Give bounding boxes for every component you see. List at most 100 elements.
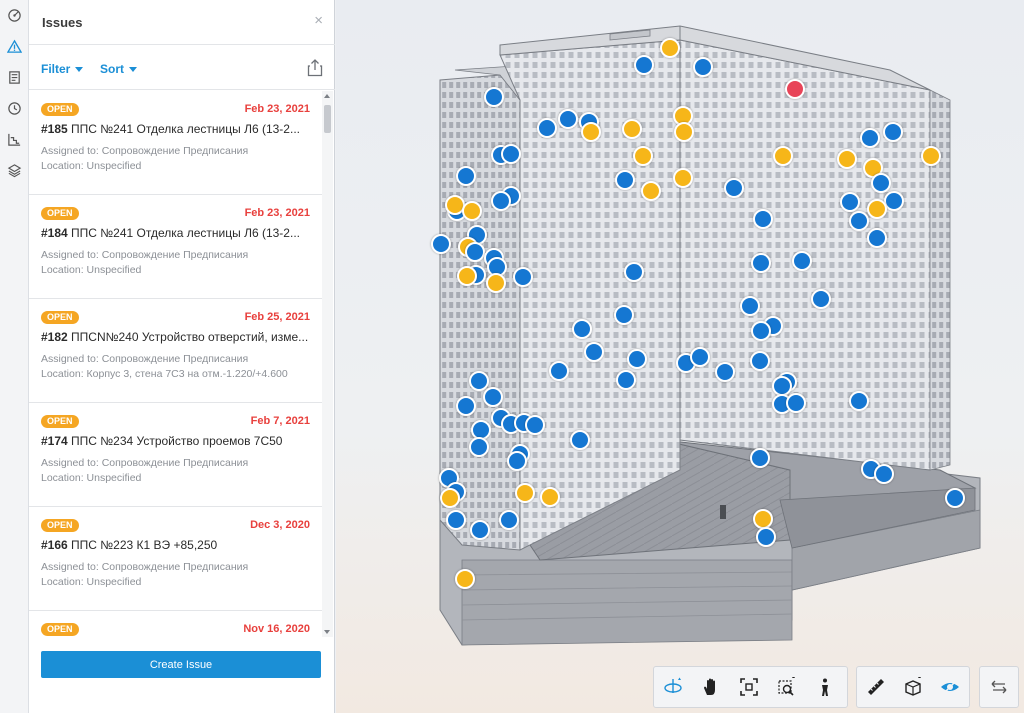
issue-pin-blue[interactable] — [501, 144, 521, 164]
orbit-icon[interactable] — [654, 667, 692, 707]
scroll-thumb[interactable] — [324, 105, 331, 133]
issue-pin-blue[interactable] — [549, 361, 569, 381]
issue-pin-blue[interactable] — [772, 376, 792, 396]
issue-pin-yellow[interactable] — [753, 509, 773, 529]
issue-card[interactable]: OPEN Feb 25, 2021 #182 ППСN№240 Устройст… — [29, 299, 323, 403]
issue-pin-blue[interactable] — [884, 191, 904, 211]
issue-pin-yellow[interactable] — [674, 122, 694, 142]
pan-icon[interactable] — [692, 667, 730, 707]
issue-pin-red[interactable] — [785, 79, 805, 99]
scroll-up-icon[interactable] — [324, 94, 330, 98]
issue-pin-blue[interactable] — [724, 178, 744, 198]
issue-pin-blue[interactable] — [860, 128, 880, 148]
issue-pin-blue[interactable] — [750, 448, 770, 468]
scroll-down-icon[interactable] — [324, 630, 330, 634]
issue-card[interactable]: OPEN Dec 3, 2020 #166 ППС №223 К1 ВЭ +85… — [29, 507, 323, 611]
issue-pin-yellow[interactable] — [440, 488, 460, 508]
issue-pin-yellow[interactable] — [641, 181, 661, 201]
issue-pin-blue[interactable] — [616, 370, 636, 390]
issue-pin-blue[interactable] — [584, 342, 604, 362]
sheets-icon[interactable] — [4, 67, 25, 88]
issue-pin-blue[interactable] — [740, 296, 760, 316]
issue-pin-blue[interactable] — [615, 170, 635, 190]
issue-pin-yellow[interactable] — [837, 149, 857, 169]
issue-pin-yellow[interactable] — [633, 146, 653, 166]
issue-pin-yellow[interactable] — [581, 122, 601, 142]
issue-pin-blue[interactable] — [537, 118, 557, 138]
issue-pin-blue[interactable] — [507, 451, 527, 471]
issue-pin-blue[interactable] — [525, 415, 545, 435]
issue-pin-blue[interactable] — [849, 391, 869, 411]
swap-icon[interactable] — [980, 667, 1018, 707]
issue-pin-blue[interactable] — [715, 362, 735, 382]
issue-pin-blue[interactable] — [469, 437, 489, 457]
create-issue-button[interactable]: Create Issue — [41, 651, 321, 678]
issue-pin-blue[interactable] — [558, 109, 578, 129]
issue-pin-blue[interactable] — [570, 430, 590, 450]
issue-pin-yellow[interactable] — [457, 266, 477, 286]
share-icon[interactable] — [307, 59, 323, 77]
issue-pin-blue[interactable] — [874, 464, 894, 484]
issue-pin-blue[interactable] — [751, 321, 771, 341]
issue-pin-blue[interactable] — [945, 488, 965, 508]
sort-button[interactable]: Sort — [100, 62, 137, 76]
issue-pin-blue[interactable] — [499, 510, 519, 530]
issue-pin-blue[interactable] — [693, 57, 713, 77]
issues-icon[interactable] — [4, 36, 25, 57]
issue-pin-blue[interactable] — [491, 191, 511, 211]
issue-pin-blue[interactable] — [883, 122, 903, 142]
issue-pin-yellow[interactable] — [622, 119, 642, 139]
issue-pin-blue[interactable] — [470, 520, 490, 540]
model-browser-icon[interactable] — [4, 5, 25, 26]
issue-pin-blue[interactable] — [624, 262, 644, 282]
issue-pin-blue[interactable] — [627, 349, 647, 369]
issue-pin-blue[interactable] — [750, 351, 770, 371]
issue-pin-yellow[interactable] — [660, 38, 680, 58]
issue-pin-blue[interactable] — [446, 510, 466, 530]
issue-pin-yellow[interactable] — [773, 146, 793, 166]
issue-pin-blue[interactable] — [513, 267, 533, 287]
issue-pin-blue[interactable] — [756, 527, 776, 547]
issue-card[interactable]: OPEN Nov 16, 2020 — [29, 611, 323, 637]
history-icon[interactable] — [4, 98, 25, 119]
issue-pin-blue[interactable] — [614, 305, 634, 325]
issue-pin-yellow[interactable] — [867, 199, 887, 219]
issue-card[interactable]: OPEN Feb 23, 2021 #185 ППС №241 Отделка … — [29, 91, 323, 195]
model-viewer[interactable] — [336, 0, 1024, 713]
issue-pin-blue[interactable] — [849, 211, 869, 231]
issue-pin-blue[interactable] — [871, 173, 891, 193]
issue-pin-yellow[interactable] — [455, 569, 475, 589]
visibility-icon[interactable] — [932, 667, 969, 707]
issue-pin-blue[interactable] — [572, 319, 592, 339]
issue-pin-blue[interactable] — [484, 87, 504, 107]
issue-pin-blue[interactable] — [483, 387, 503, 407]
issue-pin-blue[interactable] — [456, 396, 476, 416]
filter-button[interactable]: Filter — [41, 62, 84, 76]
first-person-icon[interactable] — [806, 667, 844, 707]
issue-pin-blue[interactable] — [456, 166, 476, 186]
issue-card[interactable]: OPEN Feb 23, 2021 #184 ППС №241 Отделка … — [29, 195, 323, 299]
issue-pin-blue[interactable] — [753, 209, 773, 229]
close-icon[interactable]: × — [314, 12, 323, 29]
issue-pin-blue[interactable] — [465, 242, 485, 262]
issue-pin-yellow[interactable] — [921, 146, 941, 166]
fit-to-view-icon[interactable] — [730, 667, 768, 707]
issue-pin-blue[interactable] — [840, 192, 860, 212]
issue-pin-blue[interactable] — [786, 393, 806, 413]
issue-pin-yellow[interactable] — [515, 483, 535, 503]
issues-scrollbar[interactable] — [322, 91, 333, 637]
issue-card[interactable]: OPEN Feb 7, 2021 #174 ППС №234 Устройств… — [29, 403, 323, 507]
issue-pin-blue[interactable] — [431, 234, 451, 254]
issue-pin-yellow[interactable] — [540, 487, 560, 507]
issue-pin-blue[interactable] — [751, 253, 771, 273]
issue-pin-yellow[interactable] — [486, 273, 506, 293]
layers-icon[interactable] — [4, 160, 25, 181]
issue-pin-blue[interactable] — [867, 228, 887, 248]
issue-pin-blue[interactable] — [792, 251, 812, 271]
measure-icon[interactable] — [857, 667, 894, 707]
issue-pin-yellow[interactable] — [462, 201, 482, 221]
measure-chart-icon[interactable] — [4, 129, 25, 150]
issue-pin-yellow[interactable] — [673, 168, 693, 188]
issue-pin-blue[interactable] — [690, 347, 710, 367]
zoom-window-icon[interactable] — [768, 667, 806, 707]
